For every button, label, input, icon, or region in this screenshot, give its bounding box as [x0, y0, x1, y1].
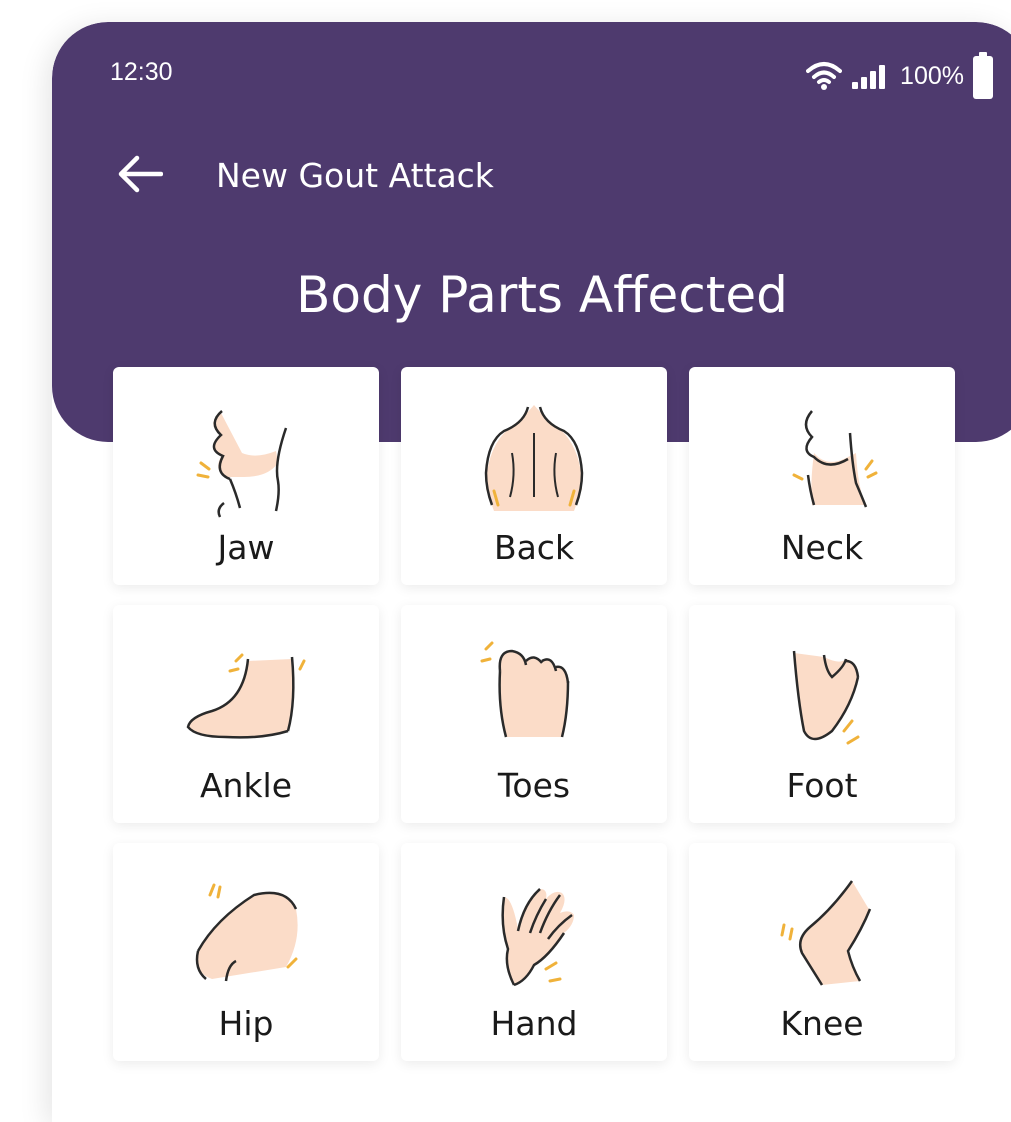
back-button[interactable]: [112, 146, 168, 202]
back-icon: [484, 405, 584, 511]
body-part-label: Hip: [218, 1004, 274, 1043]
hand-icon: [501, 888, 574, 987]
status-bar: 12:30 100%: [52, 52, 1011, 99]
back-arrow-icon: [118, 155, 163, 193]
body-part-card-back[interactable]: Back: [401, 367, 667, 585]
ankle-icon: [186, 653, 306, 739]
page-title: Body Parts Affected: [296, 266, 788, 324]
status-icons: 100%: [806, 52, 994, 100]
body-part-label: Ankle: [199, 766, 293, 805]
foot-icon: [792, 650, 860, 745]
body-part-card-hand[interactable]: Hand: [401, 843, 667, 1061]
body-part-label: Hand: [490, 1004, 578, 1043]
body-part-card-foot[interactable]: Foot: [689, 605, 955, 823]
body-part-card-neck[interactable]: Neck: [689, 367, 955, 585]
jaw-icon: [196, 410, 288, 518]
wifi-icon: [806, 62, 843, 90]
battery-icon: [973, 52, 993, 99]
hip-icon: [195, 883, 298, 982]
phone-frame: 12:30 100% New Gout Attack Body Parts Af…: [52, 22, 1011, 1122]
body-parts-grid: Jaw Back Neck Ankle Toes Foot Hip Hand K…: [113, 367, 955, 1061]
signal-icon: [852, 65, 886, 89]
body-part-label: Neck: [780, 528, 864, 567]
toes-icon: [480, 641, 570, 738]
body-part-label: Foot: [786, 766, 858, 805]
screen-title: New Gout Attack: [216, 156, 494, 195]
body-part-label: Toes: [497, 766, 571, 805]
neck-icon: [792, 410, 878, 508]
body-part-label: Jaw: [217, 528, 275, 567]
body-part-label: Knee: [780, 1004, 864, 1043]
body-part-card-jaw[interactable]: Jaw: [113, 367, 379, 585]
body-part-card-toes[interactable]: Toes: [401, 605, 667, 823]
body-part-card-hip[interactable]: Hip: [113, 843, 379, 1061]
body-part-card-knee[interactable]: Knee: [689, 843, 955, 1061]
status-time: 12:30: [110, 58, 173, 86]
battery-percentage: 100%: [900, 61, 964, 90]
body-part-label: Back: [493, 528, 575, 567]
top-app-bar: New Gout Attack: [52, 146, 1011, 206]
body-part-card-ankle[interactable]: Ankle: [113, 605, 379, 823]
knee-icon: [780, 880, 872, 986]
